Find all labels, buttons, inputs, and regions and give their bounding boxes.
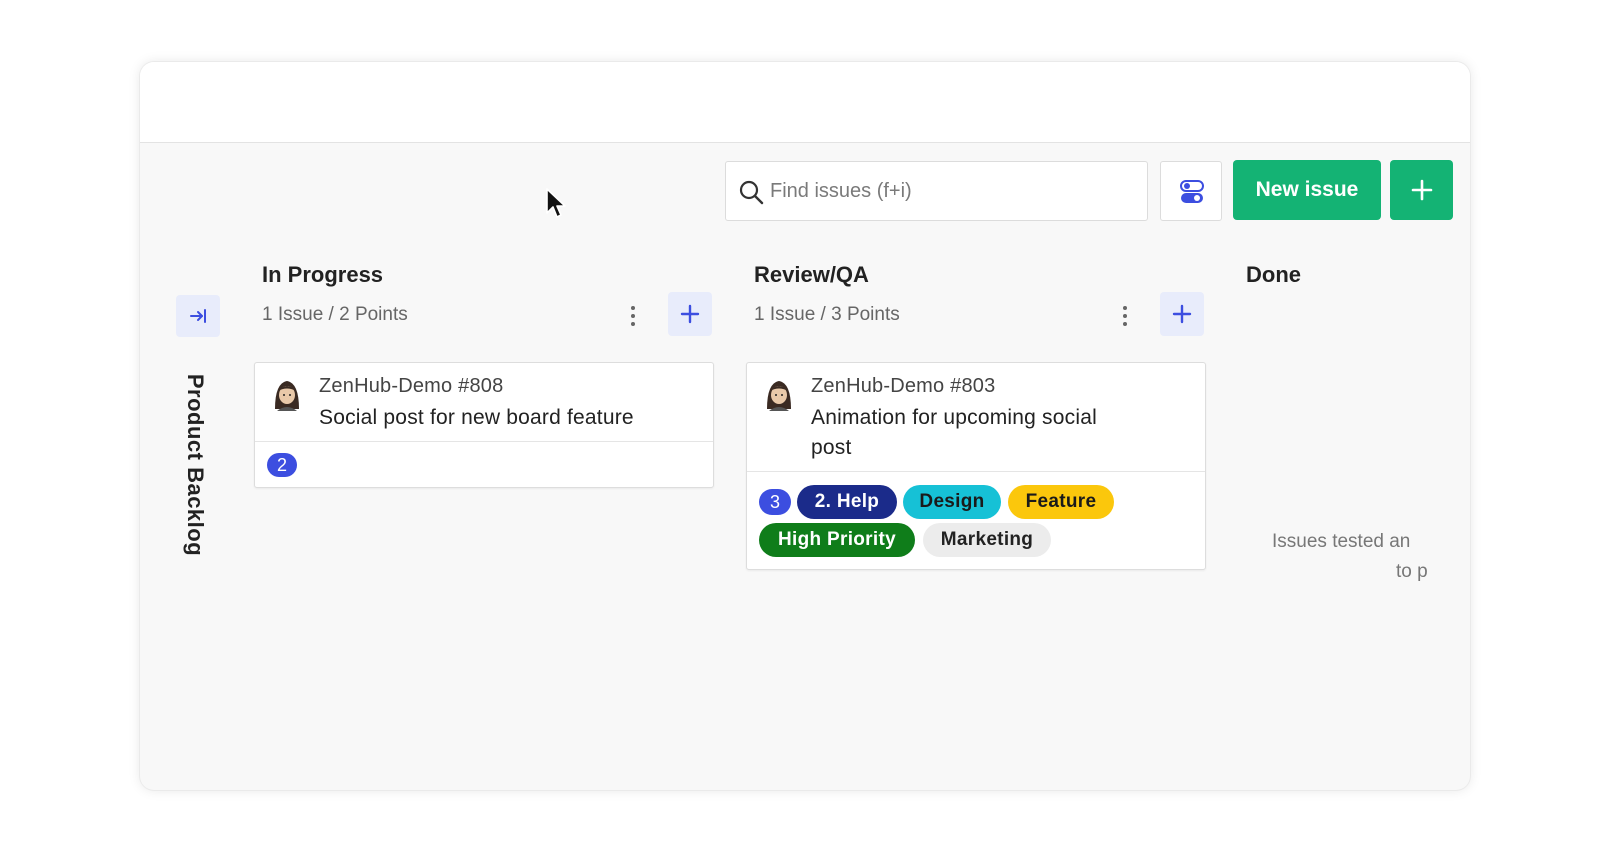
issue-card[interactable]: ZenHub-Demo #803 Animation for upcoming …	[746, 362, 1206, 570]
avatar	[275, 381, 299, 411]
label-chip[interactable]: High Priority	[759, 523, 915, 557]
pipeline-meta: 1 Issue / 3 Points	[754, 304, 900, 325]
expand-arrow-icon	[190, 309, 206, 323]
issue-title: Social post for new board feature	[319, 406, 634, 429]
estimate-badge: 3	[759, 489, 791, 515]
search-icon	[739, 180, 764, 205]
pipeline-title: Done	[1246, 262, 1301, 287]
search-input[interactable]	[770, 162, 1140, 220]
label-chip[interactable]: Feature	[1008, 485, 1114, 519]
add-issue-to-pipeline-button[interactable]	[668, 292, 712, 336]
empty-pipeline-description: to p	[1396, 561, 1428, 582]
plus-icon	[1172, 304, 1192, 324]
new-issue-button[interactable]: New issue	[1233, 160, 1381, 220]
estimate-badge: 2	[267, 453, 297, 477]
label-chip[interactable]: Design	[903, 485, 1001, 519]
label-chip[interactable]: 2. Help	[797, 485, 897, 519]
pipeline-title: Review/QA	[754, 262, 869, 287]
card-divider	[747, 471, 1205, 472]
add-button[interactable]	[1390, 160, 1453, 220]
pipeline-title: In Progress	[262, 262, 384, 287]
expand-pipeline-button[interactable]	[176, 295, 220, 337]
collapsed-pipeline-label[interactable]: Product Backlog	[182, 365, 208, 565]
top-bar	[140, 62, 1470, 143]
card-divider	[255, 441, 713, 442]
board-window: New issue Product Backlog In Progress 1 …	[140, 62, 1470, 790]
pipeline-meta: 1 Issue / 2 Points	[262, 304, 408, 325]
search-box[interactable]	[725, 161, 1148, 221]
mouse-cursor-icon	[546, 188, 566, 218]
filter-toggle-button[interactable]	[1160, 161, 1222, 221]
empty-pipeline-description: Issues tested an	[1272, 531, 1411, 552]
more-options-icon[interactable]	[625, 304, 641, 328]
issue-title-line: Animation for upcoming social	[811, 406, 1097, 429]
more-options-icon[interactable]	[1117, 304, 1133, 328]
avatar	[767, 381, 791, 411]
issue-card[interactable]: ZenHub-Demo #808 Social post for new boa…	[254, 362, 714, 488]
issue-repo-number: ZenHub-Demo #808	[319, 375, 504, 397]
label-chip[interactable]: Marketing	[923, 523, 1051, 557]
add-issue-to-pipeline-button[interactable]	[1160, 292, 1204, 336]
toggle-filters-icon	[1180, 180, 1204, 203]
issue-title: Animation for upcoming social post	[811, 403, 1097, 463]
issue-title-line: post	[811, 436, 852, 459]
issue-repo-number: ZenHub-Demo #803	[811, 375, 996, 397]
plus-icon	[680, 304, 700, 324]
plus-icon	[1411, 179, 1433, 201]
